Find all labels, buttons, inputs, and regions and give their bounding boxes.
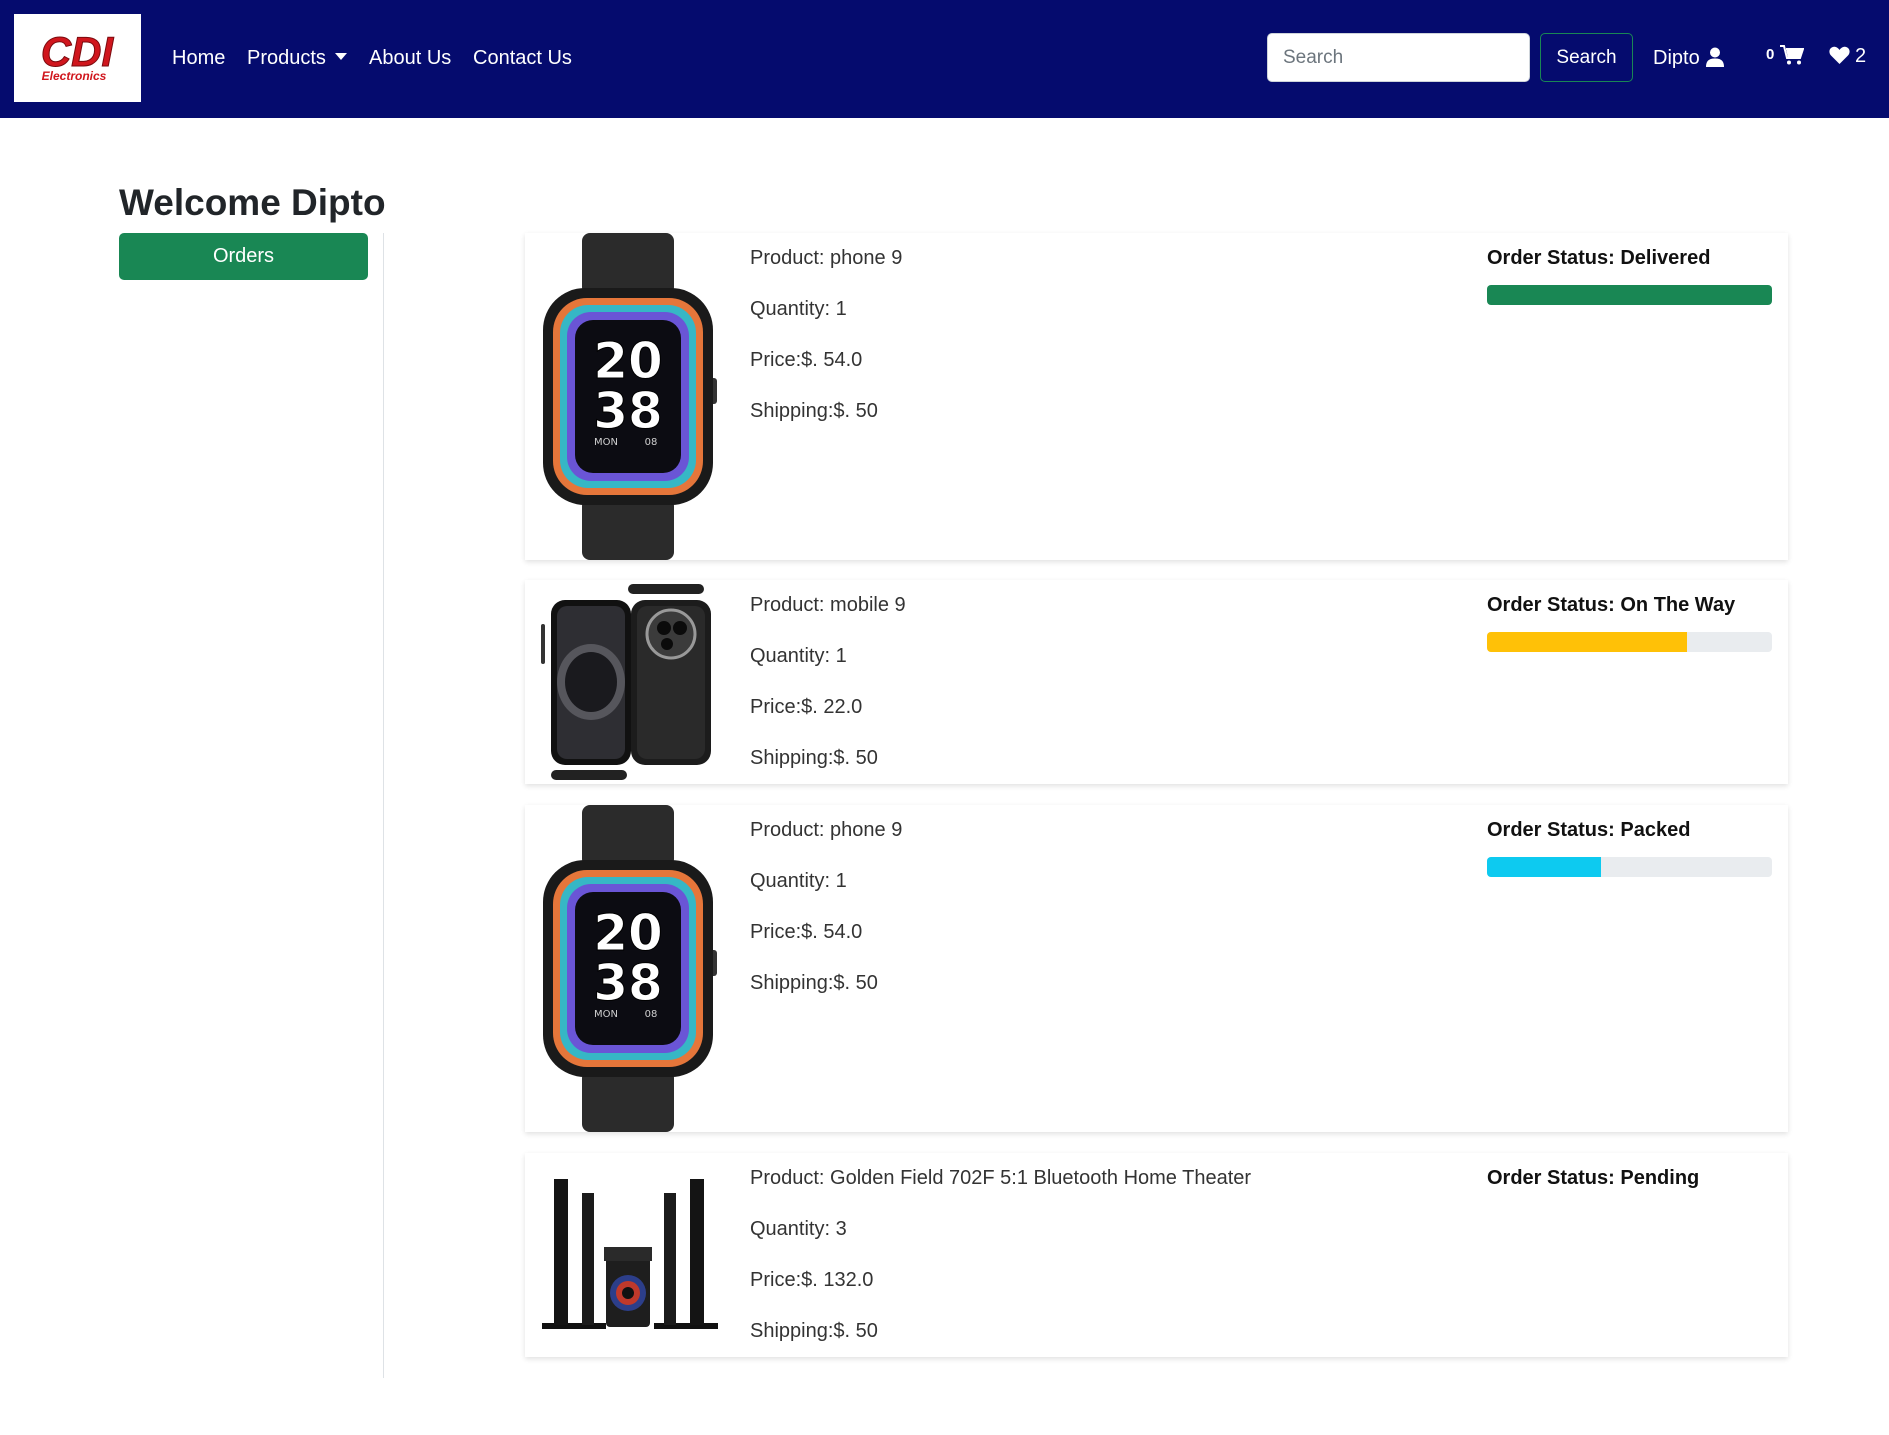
home-theater-image xyxy=(541,1179,718,1329)
smartwatch-image: 20 38 MON 08 xyxy=(542,805,717,1132)
shopping-cart-icon xyxy=(1780,45,1805,65)
order-shipping: Shipping:$. 50 xyxy=(750,400,878,422)
order-details: Product: Golden Field 702F 5:1 Bluetooth… xyxy=(750,1165,1370,1369)
heart-icon xyxy=(1829,46,1850,64)
smartwatch-image: 20 38 MON 08 xyxy=(542,233,717,560)
order-image: 20 38 MON 08 xyxy=(535,805,720,1132)
user-name: Dipto xyxy=(1653,47,1700,69)
svg-text:38: 38 xyxy=(593,954,663,1012)
svg-text:08: 08 xyxy=(644,437,657,448)
order-progress-fill xyxy=(1487,632,1687,652)
order-price: Price:$. 54.0 xyxy=(750,921,863,943)
order-details: Product: mobile 9 Quantity: 1 Price:$. 2… xyxy=(750,592,1370,796)
wishlist-link[interactable]: 2 xyxy=(1829,45,1866,68)
svg-text:MON: MON xyxy=(594,1009,618,1020)
order-status: Order Status: Packed xyxy=(1487,819,1691,841)
order-card: Product: mobile 9 Quantity: 1 Price:$. 2… xyxy=(525,580,1788,784)
order-image xyxy=(535,1153,720,1357)
svg-text:Electronics: Electronics xyxy=(42,69,107,83)
logo-graphic: CDI Electronics xyxy=(40,28,115,84)
order-product: Product: Golden Field 702F 5:1 Bluetooth… xyxy=(750,1167,1252,1189)
order-quantity: Quantity: 1 xyxy=(750,645,847,667)
order-quantity: Quantity: 1 xyxy=(750,870,847,892)
cdi-electronics-logo[interactable]: CDI Electronics xyxy=(14,14,141,102)
order-card: 20 38 MON 08 Product: phone 9 Quantity: … xyxy=(525,233,1788,560)
nav-home[interactable]: Home xyxy=(172,45,225,71)
nav-about-us[interactable]: About Us xyxy=(369,45,451,71)
order-progress-fill xyxy=(1487,285,1772,305)
order-progress-bar xyxy=(1487,285,1772,305)
order-card: 20 38 MON 08 Product: phone 9 Quantity: … xyxy=(525,805,1788,1132)
order-status: Order Status: Pending xyxy=(1487,1167,1700,1189)
order-shipping: Shipping:$. 50 xyxy=(750,747,878,769)
order-image: 20 38 MON 08 xyxy=(535,233,720,560)
order-quantity: Quantity: 3 xyxy=(750,1218,847,1240)
svg-text:MON: MON xyxy=(594,437,618,448)
sidebar-divider xyxy=(383,233,384,1378)
search-input[interactable] xyxy=(1267,33,1530,82)
order-product: Product: mobile 9 xyxy=(750,594,906,616)
user-profile-link[interactable]: Dipto xyxy=(1653,45,1724,71)
order-card: Product: Golden Field 702F 5:1 Bluetooth… xyxy=(525,1153,1788,1357)
order-price: Price:$. 54.0 xyxy=(750,349,863,371)
navbar: CDI Electronics Home Products About Us C… xyxy=(0,0,1889,118)
order-shipping: Shipping:$. 50 xyxy=(750,972,878,994)
order-progress-bar xyxy=(1487,857,1772,877)
order-shipping: Shipping:$. 50 xyxy=(750,1320,878,1342)
cart-count: 0 xyxy=(1766,46,1775,63)
svg-text:CDI: CDI xyxy=(41,28,115,75)
order-image xyxy=(535,580,720,784)
order-progress-bar xyxy=(1487,632,1772,652)
orders-button[interactable]: Orders xyxy=(119,233,368,280)
order-product: Product: phone 9 xyxy=(750,247,903,269)
order-status: Order Status: Delivered xyxy=(1487,247,1711,269)
user-icon xyxy=(1705,47,1724,67)
smartphone-image xyxy=(540,584,711,780)
order-progress-fill xyxy=(1487,857,1601,877)
nav-contact-us[interactable]: Contact Us xyxy=(473,45,572,71)
order-status: Order Status: On The Way xyxy=(1487,594,1736,616)
svg-text:38: 38 xyxy=(593,382,663,440)
welcome-heading: Welcome Dipto xyxy=(119,182,386,223)
order-price: Price:$. 132.0 xyxy=(750,1269,874,1291)
search-button[interactable]: Search xyxy=(1540,33,1633,82)
nav-products-label: Products xyxy=(247,47,326,69)
order-details: Product: phone 9 Quantity: 1 Price:$. 54… xyxy=(750,817,1370,1021)
order-quantity: Quantity: 1 xyxy=(750,298,847,320)
nav-products-dropdown[interactable]: Products xyxy=(247,45,347,71)
chevron-down-icon xyxy=(334,53,347,60)
order-product: Product: phone 9 xyxy=(750,819,903,841)
wishlist-count: 2 xyxy=(1855,45,1867,67)
order-price: Price:$. 22.0 xyxy=(750,696,863,718)
order-details: Product: phone 9 Quantity: 1 Price:$. 54… xyxy=(750,245,1370,449)
cart-link[interactable]: 0 xyxy=(1766,45,1805,66)
svg-text:08: 08 xyxy=(644,1009,657,1020)
